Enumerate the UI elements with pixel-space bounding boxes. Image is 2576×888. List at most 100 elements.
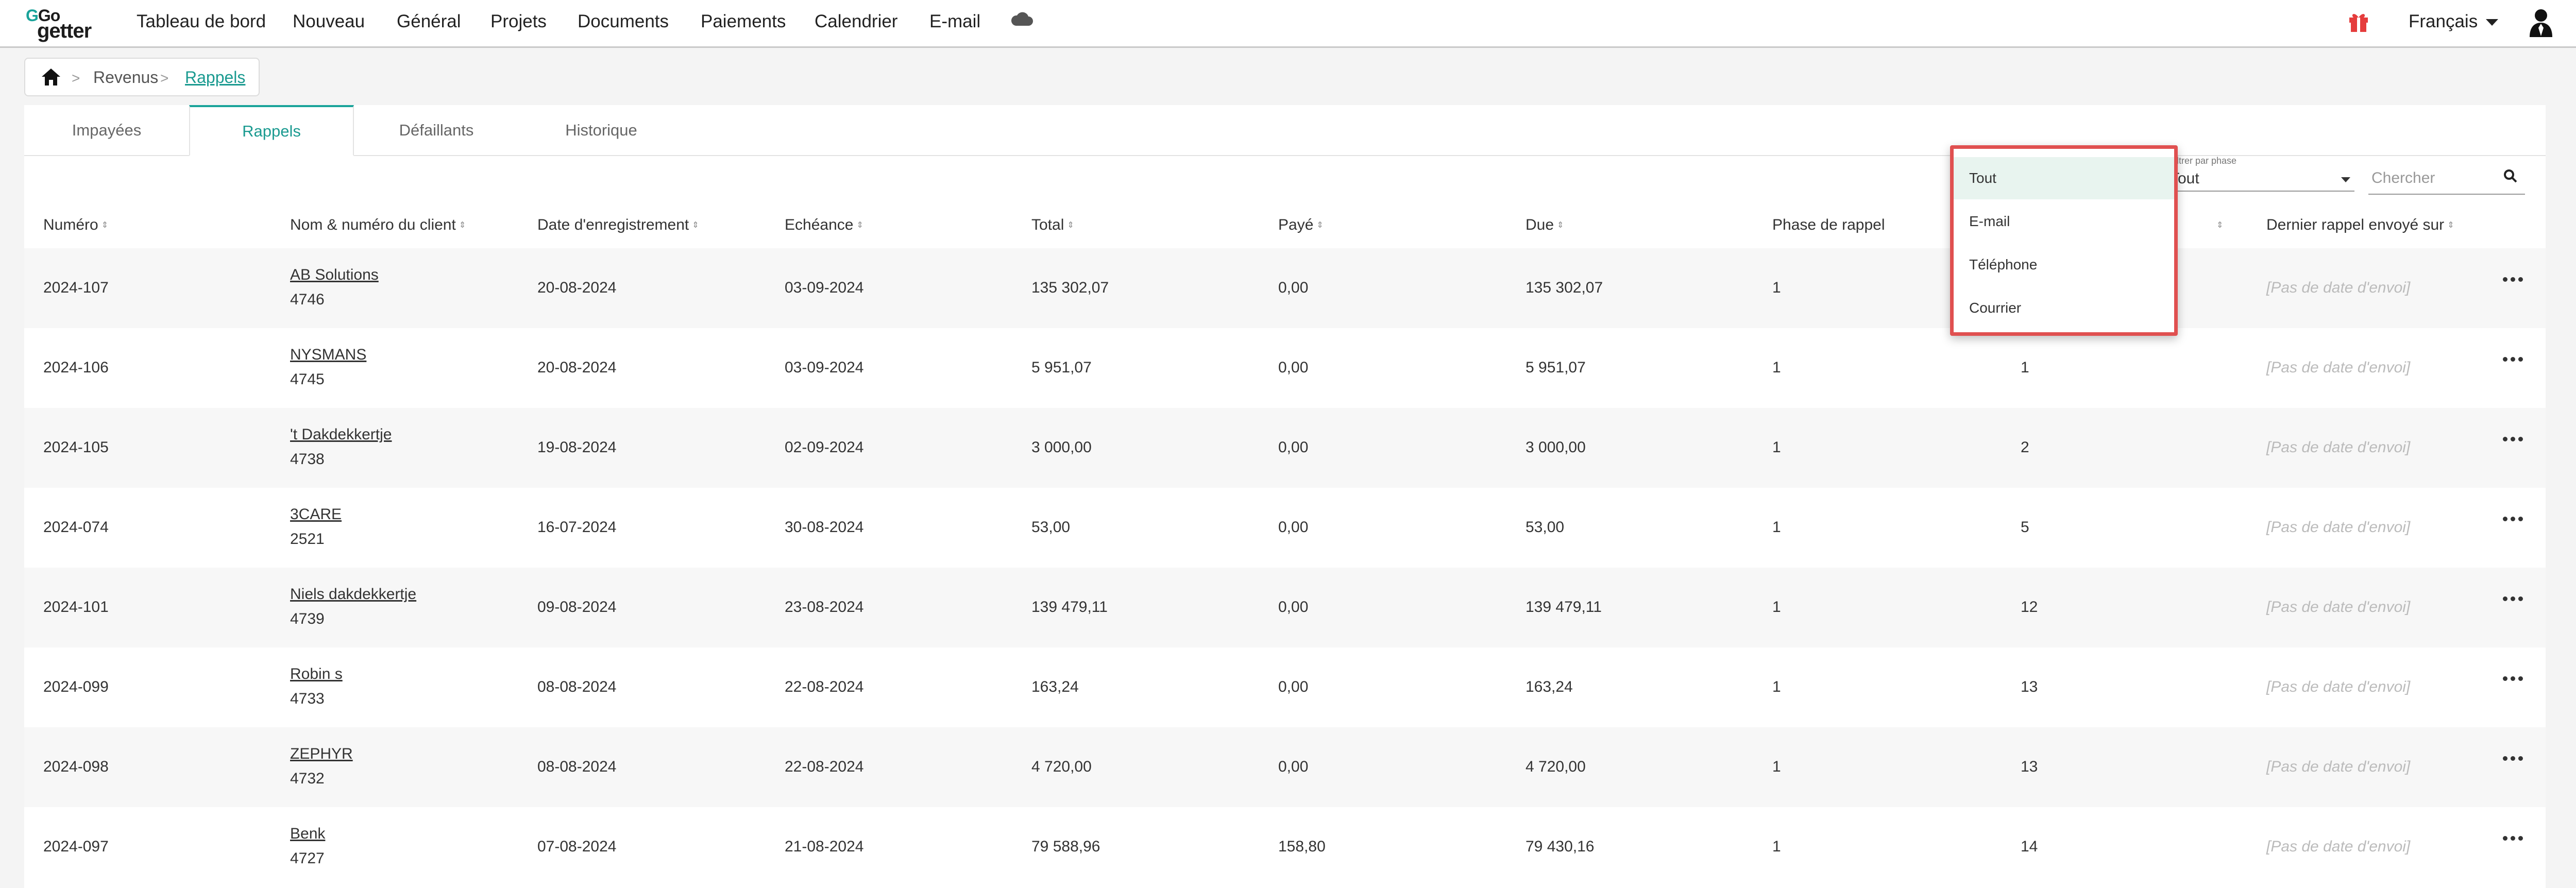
col-header-due-date[interactable]: Echéance ⇕ <box>785 216 863 234</box>
client-number: 4746 <box>290 291 325 308</box>
gift-icon[interactable] <box>2347 10 2370 33</box>
client-name-link[interactable]: 't Dakdekkertje <box>290 426 392 443</box>
cell-paid: 0,00 <box>1278 758 1309 775</box>
cell-phase: 1 <box>1772 279 1781 296</box>
sort-icon[interactable]: ⇕ <box>1067 221 1074 230</box>
col-header-due[interactable]: Due ⇕ <box>1526 216 1564 234</box>
cell-due-date: 02-09-2024 <box>785 439 864 456</box>
row-actions-more-icon[interactable] <box>2503 355 2523 365</box>
cell-num: 2024-107 <box>43 279 109 296</box>
cell-due-date: 22-08-2024 <box>785 758 864 775</box>
cell-paid: 0,00 <box>1278 359 1309 376</box>
client-name-link[interactable]: Niels dakdekkertje <box>290 586 416 603</box>
sort-icon[interactable]: ⇕ <box>101 221 109 230</box>
nav-dashboard[interactable]: Tableau de bord <box>137 11 266 32</box>
last-reminder-date: [Pas de date d'envoi] <box>2266 359 2411 376</box>
cell-total: 3 000,00 <box>1031 439 1092 456</box>
cell-due-date: 03-09-2024 <box>785 279 864 296</box>
breadcrumb-current[interactable]: Rappels <box>185 68 245 87</box>
cell-reg: 20-08-2024 <box>537 279 617 296</box>
chevron-down-icon <box>2486 19 2499 26</box>
more-dot <box>2518 517 2523 521</box>
nav-email[interactable]: E-mail <box>929 11 980 32</box>
search-field[interactable] <box>2368 163 2525 195</box>
sort-icon[interactable]: ⇕ <box>459 221 466 230</box>
tab-defaillants[interactable]: Défaillants <box>354 105 519 155</box>
more-dot <box>2518 756 2523 761</box>
sort-icon[interactable]: ⇕ <box>692 221 699 230</box>
dropdown-option-email[interactable]: E-mail <box>1954 200 2174 243</box>
cloud-icon[interactable] <box>1010 10 1033 29</box>
row-actions-more-icon[interactable] <box>2503 754 2523 764</box>
more-dot <box>2503 596 2507 601</box>
tab-rappels[interactable]: Rappels <box>189 105 354 156</box>
sort-icon[interactable]: ⇕ <box>856 221 863 230</box>
cell-due: 135 302,07 <box>1526 279 1603 296</box>
search-icon[interactable] <box>2503 169 2518 183</box>
cell-due: 79 430,16 <box>1526 838 1595 855</box>
client-name-link[interactable]: AB Solutions <box>290 266 379 284</box>
language-label: Français <box>2409 11 2478 31</box>
col-header-numero[interactable]: Numéro ⇕ <box>43 216 109 234</box>
col-header-paid[interactable]: Payé ⇕ <box>1278 216 1324 234</box>
method-filter-dropdown[interactable]: Tout E-mail Téléphone Courrier <box>1950 145 2178 336</box>
client-name-link[interactable]: Benk <box>290 825 325 843</box>
client-name-link[interactable]: 3CARE <box>290 506 342 523</box>
row-actions-more-icon[interactable] <box>2503 435 2523 445</box>
sort-icon[interactable]: ⇕ <box>2447 221 2454 230</box>
dropdown-option-tout[interactable]: Tout <box>1954 157 2174 199</box>
sort-icon[interactable]: ⇕ <box>1316 221 1324 230</box>
cell-total: 135 302,07 <box>1031 279 1109 296</box>
nav-documents[interactable]: Documents <box>578 11 669 32</box>
row-actions-more-icon[interactable] <box>2503 834 2523 844</box>
col-header-client[interactable]: Nom & numéro du client ⇕ <box>290 216 466 234</box>
more-dot <box>2511 836 2515 841</box>
sort-icon[interactable]: ⇕ <box>2216 221 2224 230</box>
tab-historique[interactable]: Historique <box>519 105 684 155</box>
row-actions-more-icon[interactable] <box>2503 515 2523 525</box>
cell-reg: 07-08-2024 <box>537 838 617 855</box>
nav-new[interactable]: Nouveau <box>293 11 365 32</box>
last-reminder-date: [Pas de date d'envoi] <box>2266 758 2411 775</box>
client-number: 4745 <box>290 371 325 388</box>
user-avatar-icon[interactable] <box>2528 7 2554 38</box>
tab-impayees[interactable]: Impayées <box>24 105 189 155</box>
col-header-label: Dernier rappel envoyé sur <box>2266 216 2445 233</box>
nav-calendar[interactable]: Calendrier <box>815 11 897 32</box>
cell-num: 2024-106 <box>43 359 109 376</box>
more-dot <box>2518 357 2523 362</box>
search-input[interactable] <box>2370 166 2496 191</box>
nav-payments[interactable]: Paiements <box>701 11 786 32</box>
nav-general[interactable]: Général <box>397 11 461 32</box>
more-dot <box>2503 836 2507 841</box>
client-name-link[interactable]: Robin s <box>290 665 343 683</box>
nav-projects[interactable]: Projets <box>490 11 547 32</box>
cell-num: 2024-097 <box>43 838 109 855</box>
cell-paid: 0,00 <box>1278 439 1309 456</box>
cell-num: 2024-098 <box>43 758 109 775</box>
client-name-link[interactable]: ZEPHYR <box>290 745 353 763</box>
dropdown-option-telephone[interactable]: Téléphone <box>1954 244 2174 286</box>
row-actions-more-icon[interactable] <box>2503 674 2523 685</box>
last-reminder-date: [Pas de date d'envoi] <box>2266 439 2411 456</box>
client-name-link[interactable]: NYSMANS <box>290 346 366 364</box>
cell-num: 2024-074 <box>43 519 109 536</box>
last-reminder-date: [Pas de date d'envoi] <box>2266 599 2411 616</box>
col-header-days[interactable]: ⇕ <box>2213 216 2224 234</box>
cell-days: 14 <box>2021 838 2038 855</box>
dropdown-option-courrier[interactable]: Courrier <box>1954 287 2174 329</box>
row-actions-more-icon[interactable] <box>2503 275 2523 285</box>
col-header-reg-date[interactable]: Date d'enregistrement ⇕ <box>537 216 699 234</box>
row-actions-more-icon[interactable] <box>2503 594 2523 605</box>
col-header-total[interactable]: Total ⇕ <box>1031 216 1074 234</box>
sort-icon[interactable]: ⇕ <box>1557 221 1564 230</box>
home-icon[interactable] <box>41 67 61 87</box>
more-dot <box>2503 517 2507 521</box>
gogetter-logo[interactable]: GGo getter <box>26 6 108 42</box>
col-header-last-reminder[interactable]: Dernier rappel envoyé sur ⇕ <box>2266 216 2454 234</box>
language-selector[interactable]: Français <box>2409 11 2499 32</box>
breadcrumb-revenus[interactable]: Revenus <box>93 68 158 87</box>
more-dot <box>2511 437 2515 441</box>
phase-filter-select[interactable]: Tout <box>2169 166 2354 192</box>
col-header-label: Echéance <box>785 216 854 233</box>
